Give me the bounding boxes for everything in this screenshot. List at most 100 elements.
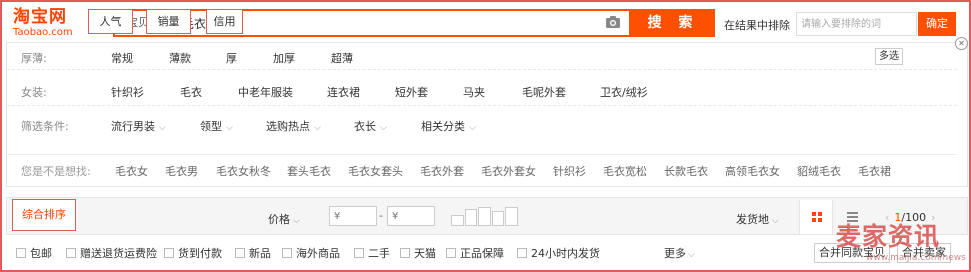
chevron-down-icon: ⌵: [226, 123, 233, 133]
option-label: 赠送退货运费险: [80, 247, 157, 260]
price-label: 价格: [268, 213, 290, 226]
ship-from-dropdown[interactable]: 发货地 ⌵: [736, 211, 779, 227]
suggestion-link[interactable]: 毛衣女秋冬: [216, 163, 271, 179]
filter-item[interactable]: 针织衫: [111, 84, 144, 100]
suggestion-link[interactable]: 套头毛衣: [287, 163, 331, 179]
option-label: 海外商品: [296, 247, 340, 260]
option-label: 天猫: [414, 247, 436, 260]
option-label: 新品: [249, 247, 271, 260]
sort-popularity-button[interactable]: 人气: [88, 9, 133, 34]
sort-sales-button[interactable]: 销量: [146, 9, 191, 34]
search-button[interactable]: 搜 索: [631, 9, 715, 37]
sort-default-button[interactable]: 综合排序: [12, 199, 76, 231]
filter-item[interactable]: 厚: [226, 50, 237, 66]
checkbox-icon: [235, 248, 245, 258]
filter-item[interactable]: 薄款: [169, 50, 191, 66]
chevron-left-icon[interactable]: ‹: [885, 211, 889, 224]
option-checkbox[interactable]: 新品: [235, 245, 271, 261]
filter-row-thickness: 厚薄: 常规 薄款 厚 加厚 超薄: [7, 44, 957, 70]
chevron-down-icon: ⌵: [159, 123, 166, 133]
checkbox-icon: [354, 248, 364, 258]
condition-label: 衣长: [354, 120, 376, 133]
logo-text: 淘宝网: [13, 7, 67, 27]
condition-dropdown[interactable]: 相关分类 ⌵: [421, 118, 476, 134]
option-checkbox[interactable]: 包邮: [16, 245, 52, 261]
sort-credit-button[interactable]: 信用: [206, 9, 243, 34]
suggestion-link[interactable]: 毛衣宽松: [603, 163, 647, 179]
sort-price-dropdown[interactable]: 价格 ⌵: [268, 211, 300, 227]
multi-select-button[interactable]: 多选: [875, 48, 903, 65]
filter-item[interactable]: 毛衣: [180, 84, 202, 100]
chevron-down-icon: ⌵: [380, 123, 387, 133]
condition-dropdown[interactable]: 领型 ⌵: [200, 118, 233, 134]
price-min-input[interactable]: [329, 206, 377, 226]
grid-view-toggle[interactable]: [799, 200, 833, 234]
option-label: 24小时内发货: [531, 247, 600, 260]
option-checkbox[interactable]: 二手: [354, 245, 390, 261]
option-label: 正品保障: [460, 247, 504, 260]
option-checkbox[interactable]: 海外商品: [282, 245, 340, 261]
exclude-confirm-button[interactable]: 确定: [918, 12, 956, 36]
option-checkbox[interactable]: 正品保障: [446, 245, 504, 261]
suggestion-link[interactable]: 针织衫: [553, 163, 586, 179]
suggestion-row: 您是不是想找: 毛衣女 毛衣男 毛衣女秋冬 套头毛衣 毛衣女套头 毛衣外套 毛衣…: [7, 154, 957, 184]
condition-label: 流行男装: [111, 120, 155, 133]
condition-label: 选购热点: [266, 120, 310, 133]
more-options-dropdown[interactable]: 更多 ⌵: [664, 245, 695, 261]
camera-icon[interactable]: [605, 15, 621, 29]
histogram-bar: [451, 215, 464, 226]
ship-from-label: 发货地: [736, 213, 769, 226]
suggestion-link[interactable]: 毛衣女套头: [348, 163, 403, 179]
histogram-bar: [505, 207, 518, 226]
option-label: 包邮: [30, 247, 52, 260]
filter-item[interactable]: 马夹: [463, 84, 485, 100]
filter-item[interactable]: 连衣裙: [327, 84, 360, 100]
histogram-bar: [464, 209, 478, 226]
option-label: 二手: [368, 247, 390, 260]
filter-item[interactable]: 超薄: [331, 50, 353, 66]
filter-label: 厚薄:: [21, 52, 47, 65]
option-checkbox[interactable]: 24小时内发货: [517, 245, 600, 261]
chevron-right-icon[interactable]: ›: [931, 211, 935, 224]
option-checkbox[interactable]: 赠送退货运费险: [66, 245, 157, 261]
condition-dropdown[interactable]: 流行男装 ⌵: [111, 118, 166, 134]
filter-item[interactable]: 毛呢外套: [522, 84, 566, 100]
taobao-logo[interactable]: 淘宝网 Taobao.com: [13, 7, 95, 43]
suggestion-link[interactable]: 貂绒毛衣: [797, 163, 841, 179]
checkbox-icon: [282, 248, 292, 258]
suggestion-link[interactable]: 毛衣男: [165, 163, 198, 179]
price-max-input[interactable]: [387, 206, 435, 226]
suggestion-link[interactable]: 毛衣外套: [420, 163, 464, 179]
grid-icon: [812, 212, 822, 222]
list-icon: [847, 212, 858, 222]
filter-item[interactable]: 常规: [111, 50, 133, 66]
suggestion-link[interactable]: 高领毛衣女: [725, 163, 780, 179]
merge-same-items-button[interactable]: 合并同款宝贝: [814, 243, 890, 263]
filter-item[interactable]: 短外套: [395, 84, 428, 100]
more-label: 更多: [664, 247, 686, 260]
suggestion-link[interactable]: 长款毛衣: [664, 163, 708, 179]
exclude-input[interactable]: [796, 12, 917, 36]
suggestion-link[interactable]: 毛衣外套女: [481, 163, 536, 179]
checkbox-icon: [66, 248, 76, 258]
option-checkbox[interactable]: 货到付款: [164, 245, 222, 261]
filter-item[interactable]: 中老年服装: [238, 84, 293, 100]
filter-row-womens: 女装: 针织衫 毛衣 中老年服装 连衣裙 短外套 马夹 毛呢外套 卫衣/绒衫: [7, 76, 957, 106]
filter-item[interactable]: 卫衣/绒衫: [600, 84, 648, 100]
merge-sellers-button[interactable]: 合并卖家: [897, 243, 951, 263]
logo-domain: Taobao.com: [13, 27, 73, 38]
checkbox-icon: [517, 248, 527, 258]
suggestion-link[interactable]: 毛衣女: [115, 163, 148, 179]
filter-item[interactable]: 加厚: [273, 50, 295, 66]
chevron-down-icon: ⌵: [314, 123, 321, 133]
suggestion-link[interactable]: 毛衣裙: [858, 163, 891, 179]
list-view-toggle[interactable]: [837, 200, 867, 234]
option-checkbox[interactable]: 天猫: [400, 245, 436, 261]
condition-dropdown[interactable]: 选购热点 ⌵: [266, 118, 321, 134]
price-histogram[interactable]: [451, 207, 518, 226]
chevron-down-icon: ⌵: [688, 250, 695, 260]
histogram-bar: [478, 207, 491, 226]
condition-dropdown[interactable]: 衣长 ⌵: [354, 118, 387, 134]
page-total: /100: [901, 211, 927, 224]
exclude-label: 在结果中排除: [724, 19, 790, 32]
